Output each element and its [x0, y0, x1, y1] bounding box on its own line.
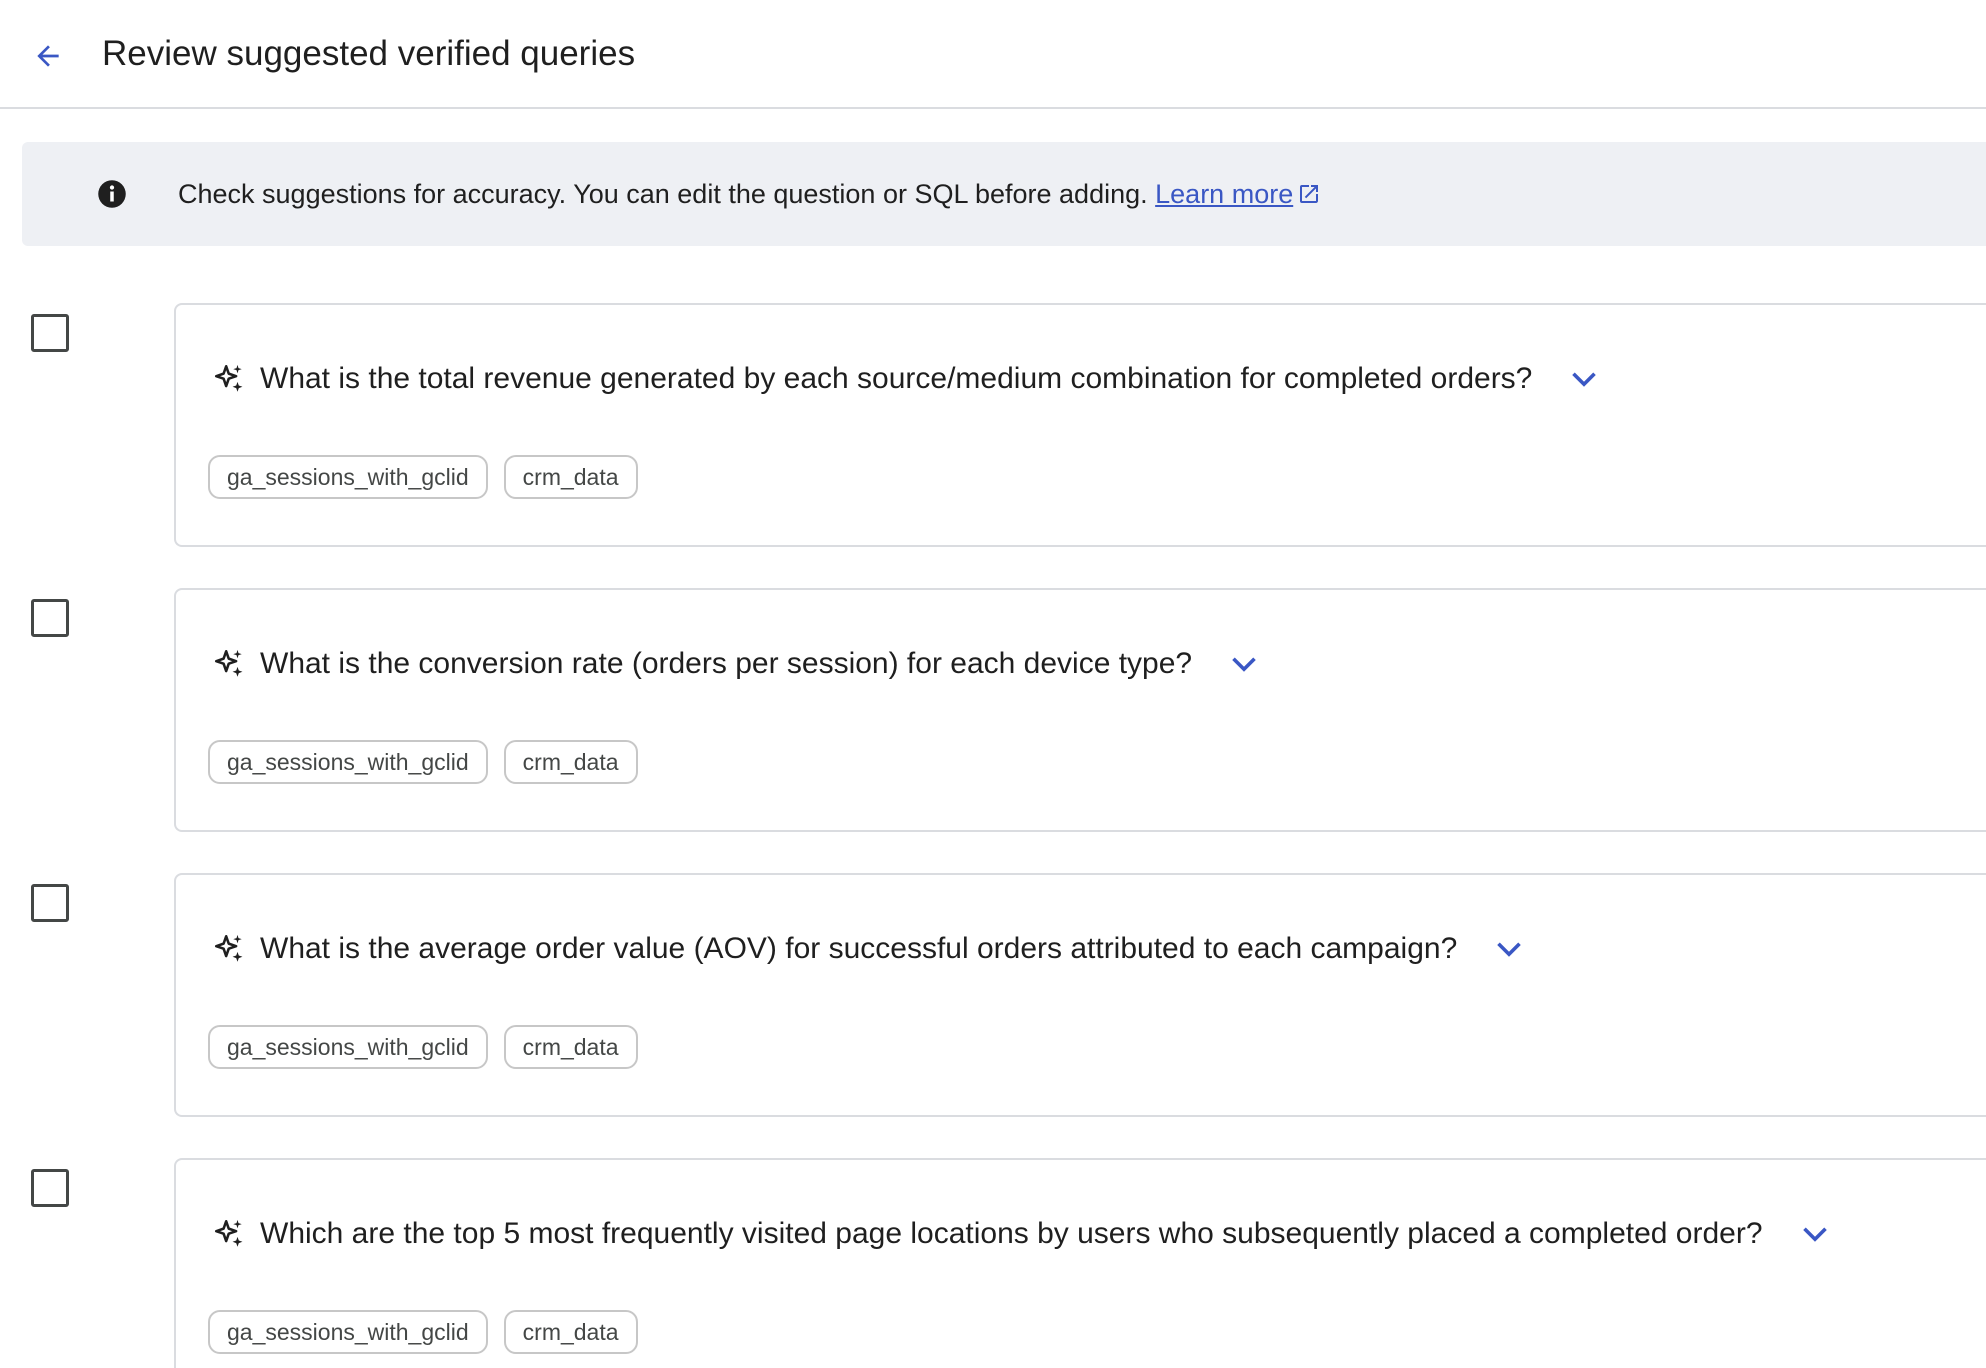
query-question: What is the total revenue generated by e… [260, 362, 1533, 395]
table-chip: crm_data [503, 1310, 638, 1354]
query-question: Which are the top 5 most frequently visi… [260, 1217, 1763, 1250]
info-icon [98, 180, 126, 208]
query-card: What is the conversion rate (orders per … [174, 588, 1986, 832]
query-checkbox[interactable] [31, 314, 69, 352]
expand-query-button[interactable] [1560, 355, 1608, 403]
page-title: Review suggested verified queries [102, 34, 636, 73]
expand-query-button[interactable] [1485, 925, 1533, 973]
learn-more-link[interactable]: Learn more [1155, 179, 1321, 209]
table-chips: ga_sessions_with_gclid crm_data [208, 740, 654, 784]
learn-more-label: Learn more [1155, 179, 1294, 209]
expand-query-button[interactable] [1791, 1210, 1839, 1258]
info-banner: Check suggestions for accuracy. You can … [22, 142, 1986, 246]
query-row: What is the average order value (AOV) fo… [0, 873, 1986, 1117]
sparkle-icon [214, 934, 243, 962]
sparkle-icon [214, 649, 243, 677]
chevron-down-icon [1497, 942, 1522, 957]
table-chip: crm_data [503, 455, 638, 499]
chevron-down-icon [1802, 1227, 1827, 1242]
banner-message: Check suggestions for accuracy. You can … [178, 179, 1148, 209]
query-checkbox[interactable] [31, 884, 69, 922]
table-chip: ga_sessions_with_gclid [208, 1025, 488, 1069]
sparkle-icon [214, 364, 243, 392]
table-chip: crm_data [503, 1025, 638, 1069]
open-in-new-icon [1300, 185, 1319, 203]
query-card: Which are the top 5 most frequently visi… [174, 1158, 1986, 1368]
table-chip: ga_sessions_with_gclid [208, 1310, 488, 1354]
query-question: What is the conversion rate (orders per … [260, 647, 1193, 680]
table-chip: ga_sessions_with_gclid [208, 740, 488, 784]
query-row: Which are the top 5 most frequently visi… [0, 1158, 1986, 1368]
query-card: What is the average order value (AOV) fo… [174, 873, 1986, 1117]
page-header: Review suggested verified queries [0, 0, 1986, 109]
table-chip: ga_sessions_with_gclid [208, 455, 488, 499]
chevron-down-icon [1232, 657, 1256, 672]
query-checkbox[interactable] [31, 1169, 69, 1207]
query-card: What is the total revenue generated by e… [174, 303, 1986, 547]
review-suggested-queries-page: Review suggested verified queries Check … [0, 0, 1986, 1368]
table-chips: ga_sessions_with_gclid crm_data [208, 1310, 654, 1354]
query-question: What is the average order value (AOV) fo… [260, 932, 1458, 965]
query-checkbox[interactable] [31, 599, 69, 637]
back-button[interactable] [22, 30, 74, 82]
table-chip: crm_data [503, 740, 638, 784]
arrow-back-icon [37, 45, 59, 67]
query-row: What is the conversion rate (orders per … [0, 588, 1986, 832]
query-row: What is the total revenue generated by e… [0, 303, 1986, 547]
table-chips: ga_sessions_with_gclid crm_data [208, 455, 654, 499]
chevron-down-icon [1572, 372, 1597, 387]
table-chips: ga_sessions_with_gclid crm_data [208, 1025, 654, 1069]
expand-query-button[interactable] [1220, 640, 1268, 688]
sparkle-icon [214, 1219, 243, 1247]
